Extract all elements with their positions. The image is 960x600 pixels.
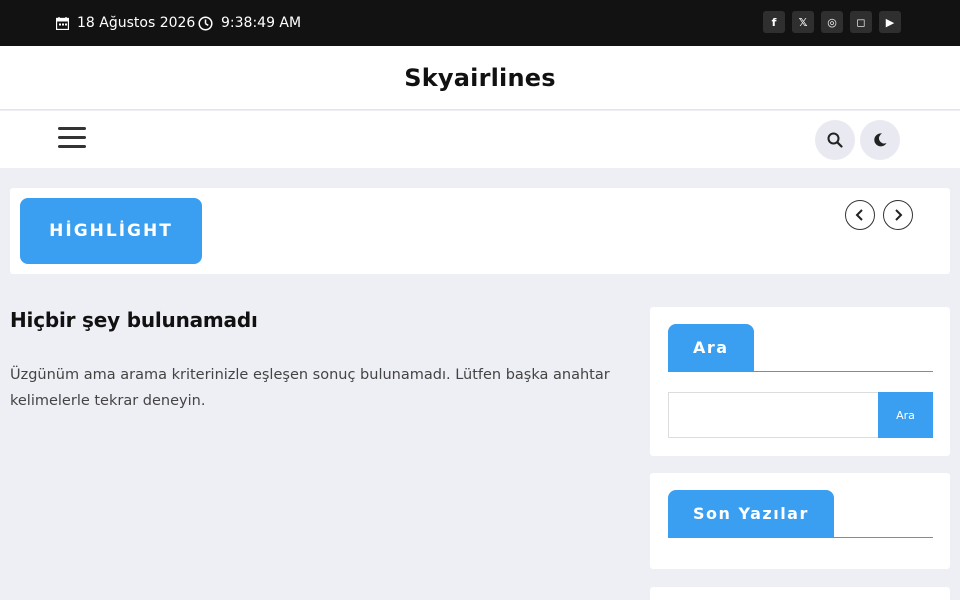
widget-title: Son Yazılar xyxy=(668,490,834,537)
widget-title-bar: Son Yazılar xyxy=(668,490,933,538)
hamburger-menu-icon[interactable] xyxy=(58,127,86,151)
main-content: Hiçbir şey bulunamadı Üzgünüm ama arama … xyxy=(10,308,635,414)
social-links: f 𝕏 ◎ ◻ ▶ xyxy=(763,11,901,33)
no-results-message: Üzgünüm ama arama kriterinizle eşleşen s… xyxy=(10,367,610,409)
x-twitter-icon[interactable]: 𝕏 xyxy=(792,11,814,33)
search-submit-button[interactable]: Ara xyxy=(878,392,933,438)
ticker-next-button[interactable] xyxy=(883,200,913,230)
time-display: 9:38:49 AM xyxy=(198,0,301,46)
highlight-badge: HİGHLİGHT xyxy=(20,198,202,264)
time-text: 9:38:49 AM xyxy=(221,15,302,31)
page-title: Hiçbir şey bulunamadı xyxy=(10,308,258,332)
widget-title: Ara xyxy=(668,324,754,371)
nav-bar xyxy=(0,111,960,168)
moon-icon xyxy=(874,133,887,147)
calendar-icon xyxy=(56,16,69,30)
facebook-icon[interactable]: f xyxy=(763,11,785,33)
highlight-ticker: HİGHLİGHT xyxy=(10,188,950,274)
top-bar: 18 Ağustos 2026 9:38:49 AM f 𝕏 ◎ ◻ ▶ xyxy=(0,0,960,46)
chevron-left-icon xyxy=(855,209,863,221)
site-header: Skyairlines xyxy=(0,46,960,110)
site-title[interactable]: Skyairlines xyxy=(404,64,555,92)
recent-posts-widget: Son Yazılar xyxy=(650,473,950,569)
search-icon xyxy=(827,132,843,148)
dribbble-icon[interactable]: ◎ xyxy=(821,11,843,33)
youtube-icon[interactable]: ▶ xyxy=(879,11,901,33)
instagram-icon[interactable]: ◻ xyxy=(850,11,872,33)
dark-mode-toggle[interactable] xyxy=(860,120,900,160)
chevron-right-icon xyxy=(895,209,903,221)
ticker-prev-button[interactable] xyxy=(845,200,875,230)
search-input[interactable] xyxy=(668,392,878,438)
clock-icon xyxy=(198,15,213,31)
date-text: 18 Ağustos 2026 xyxy=(77,15,196,31)
widget-title-bar: Ara xyxy=(668,324,933,372)
search-button[interactable] xyxy=(815,120,855,160)
sidebar-widget xyxy=(650,587,950,600)
date-display: 18 Ağustos 2026 xyxy=(56,0,195,46)
search-widget: Ara Ara xyxy=(650,307,950,456)
